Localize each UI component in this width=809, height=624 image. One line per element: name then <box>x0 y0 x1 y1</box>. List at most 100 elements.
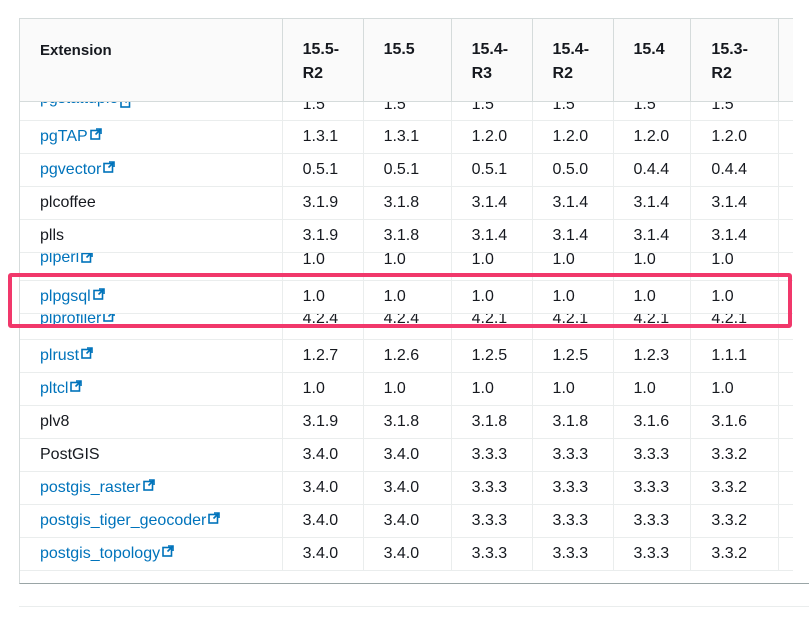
extension-link[interactable]: pltcl <box>40 379 83 397</box>
version-value: 3.3.3 <box>471 544 508 562</box>
extension-name-cell[interactable]: pgvector <box>20 153 283 187</box>
version-value: 1.2.6 <box>383 346 420 364</box>
version-cell: 4.2.1 <box>532 313 614 340</box>
extension-name[interactable]: postgis_raster <box>40 479 155 496</box>
version-cell: 3.1.9 <box>282 405 364 439</box>
version-value: 1.5 <box>552 101 575 113</box>
version-cell: 3.1.4 <box>532 219 614 253</box>
version-cell: 1.5 <box>690 101 780 121</box>
version-value: 0.5.1 <box>383 160 420 178</box>
table-row: plls 3.1.9 3.1.8 3.1.4 3.1.4 3.1.4 3.1.4 <box>20 219 809 253</box>
version-cell: 3.4.0 <box>363 438 452 472</box>
extension-name-cell: PostGIS <box>20 438 283 472</box>
extension-name-cell[interactable]: plrust <box>20 339 283 373</box>
header-version-2: 15.5 <box>363 19 452 102</box>
extension-name-cell[interactable]: pgstattuple <box>20 101 283 121</box>
version-value: 3.1.4 <box>471 193 508 211</box>
table-body: pgstattuple 1.5 1.5 1.5 1.5 1.5 1.5 pgTAP 1.3.1 1… <box>20 101 809 571</box>
version-value: 3.1.4 <box>471 226 508 244</box>
version-cell: 3.4.0 <box>363 504 452 538</box>
extension-name[interactable]: plrust <box>40 347 93 364</box>
extension-link-label: postgis_raster <box>40 478 141 496</box>
extension-name-cell[interactable]: postgis_topology <box>20 537 283 571</box>
extension-name-cell[interactable]: postgis_raster <box>20 471 283 505</box>
version-cell: 1.0 <box>282 280 364 314</box>
version-value: 3.1.6 <box>633 412 670 430</box>
version-cell: 3.1.6 <box>613 405 692 439</box>
version-cell: 1.0 <box>282 252 364 281</box>
extension-link[interactable]: postgis_raster <box>40 479 155 496</box>
extension-name-cell[interactable]: plpgsql <box>20 280 283 314</box>
version-value: 3.4.0 <box>302 544 339 562</box>
extension-link[interactable]: plprofiler <box>40 313 116 327</box>
version-value: 1.0 <box>711 379 734 397</box>
version-cell: 1.2.5 <box>532 339 614 373</box>
page: Extension 15.5- R2 15.5 15.4- R3 15.4- R2 15.… <box>0 0 809 624</box>
version-cell: 0.4.4 <box>613 153 692 187</box>
version-value: 3.3.2 <box>711 478 748 496</box>
extension-link-label: pltcl <box>40 379 69 397</box>
version-value: 0.5.1 <box>302 160 339 178</box>
version-cell: 0.5.1 <box>363 153 452 187</box>
extension-name-cell[interactable]: pltcl <box>20 372 283 406</box>
table-row-highlighted: plpgsql 1.0 1.0 1.0 1.0 1.0 1.0 <box>20 280 809 314</box>
extension-name-cell[interactable]: pgTAP <box>20 120 283 154</box>
extension-name-cell[interactable]: postgis_tiger_geocoder <box>20 504 283 538</box>
extension-name[interactable]: postgis_topology <box>40 545 174 562</box>
table-row: pgTAP 1.3.1 1.3.1 1.2.0 1.2.0 1.2.0 1.2.0 <box>20 120 809 154</box>
version-cell: 1.0 <box>282 372 364 406</box>
extension-name[interactable]: plprofiler <box>40 313 116 327</box>
table-row: plprofiler 4.2.4 4.2.4 4.2.1 4.2.1 4.2.1 4.2.1… <box>20 313 809 340</box>
bottom-divider <box>19 606 809 607</box>
version-value: 1.0 <box>711 252 734 268</box>
version-cell: 1.0 <box>690 372 780 406</box>
table-row: pgvector0.5.10.5.10.5.10.5.00.4.40.4.4( <box>20 153 809 187</box>
extension-name[interactable]: pltcl <box>40 379 83 397</box>
version-cell: 3.3.2 <box>690 438 780 472</box>
version-value: 1.5 <box>383 101 406 113</box>
version-cell: 3.1.4 <box>451 219 533 253</box>
extension-name-cell[interactable]: plperl <box>20 252 283 281</box>
extension-link[interactable]: pgvector <box>40 161 116 178</box>
version-value: 3.4.0 <box>302 445 339 463</box>
version-cell: 4.2.4 <box>282 313 364 340</box>
extension-name: plcoffee <box>40 193 96 211</box>
version-cell: 0.4.4 <box>690 153 780 187</box>
extension-name[interactable]: pgvector <box>40 161 116 178</box>
extensions-table-container: Extension 15.5- R2 15.5 15.4- R3 15.4- R2 15.… <box>19 18 809 584</box>
extension-link[interactable]: pgstattuple <box>40 101 133 113</box>
version-value: 1.5 <box>471 101 494 113</box>
version-cell: 1.2.0 <box>690 120 780 154</box>
extension-link[interactable]: plperl <box>40 252 93 268</box>
extension-name-cell[interactable]: plprofiler <box>20 313 283 340</box>
version-cell: 3.3.2 <box>690 504 780 538</box>
version-value: 3.1.4 <box>633 226 670 244</box>
version-value: 3.3.2 <box>711 544 748 562</box>
version-cell: 3.1.8 <box>363 405 452 439</box>
extension-link[interactable]: postgis_tiger_geocoder <box>40 512 221 529</box>
extension-link[interactable]: postgis_topology <box>40 545 174 562</box>
version-value: 3.4.0 <box>383 544 420 562</box>
extension-name[interactable]: plpgsql <box>40 288 105 305</box>
version-value: 0.5.0 <box>552 160 589 178</box>
extension-name: plv8 <box>40 412 70 430</box>
version-value: 3.1.9 <box>302 226 339 244</box>
extension-name[interactable]: plperl <box>40 252 93 268</box>
version-cell: 1.0 <box>451 280 533 314</box>
version-cell: 1.0 <box>613 280 692 314</box>
header-version-1: 15.5- R2 <box>282 19 364 102</box>
version-value: 1.2.7 <box>302 346 339 364</box>
version-cell: 3.3.3 <box>532 504 614 538</box>
version-cell: 1.5 <box>451 101 533 121</box>
extension-name[interactable]: pgstattuple <box>40 101 133 113</box>
extension-link[interactable]: pgTAP <box>40 128 102 145</box>
extension-link[interactable]: plrust <box>40 347 93 364</box>
version-cell: 3.1.6 <box>690 405 780 439</box>
extension-link[interactable]: plpgsql <box>40 288 105 305</box>
version-value: 3.1.9 <box>302 412 339 430</box>
extension-name[interactable]: pgTAP <box>40 128 102 145</box>
extension-name[interactable]: postgis_tiger_geocoder <box>40 512 221 529</box>
version-value: 1.0 <box>471 252 494 268</box>
version-value: 3.1.8 <box>383 193 420 211</box>
version-value: 3.1.4 <box>711 226 748 244</box>
